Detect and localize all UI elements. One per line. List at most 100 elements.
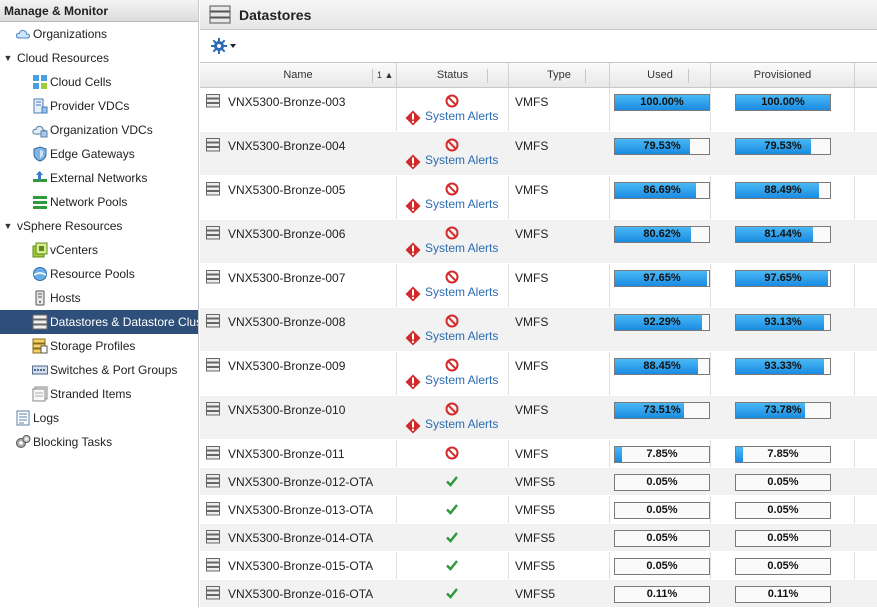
provisioned-progress-bar: 100.00% [735, 94, 831, 111]
alert-warning-icon [405, 374, 421, 393]
sidebar-item-blocking-tasks[interactable]: Blocking Tasks [0, 430, 198, 454]
grid-header: Name 1 ▲ Status Type Used Provisioned [200, 62, 877, 88]
toolbar [200, 30, 877, 61]
datastore-grid: VNX5300-Bronze-003 System Alerts VMFS 100.0… [200, 88, 877, 608]
provisioned-progress-bar: 88.49% [735, 182, 831, 199]
datastore-icon [32, 314, 48, 330]
provisioned-progress-bar: 0.05% [735, 474, 831, 491]
system-alerts-text: System Alerts [425, 285, 498, 299]
gear-menu-button[interactable] [211, 37, 239, 55]
provisioned-value: 0.05% [736, 531, 830, 546]
sidebar-item-storage-profiles[interactable]: Storage Profiles [0, 334, 198, 358]
provisioned-progress-bar: 81.44% [735, 226, 831, 243]
provisioned-progress-bar: 97.65% [735, 270, 831, 287]
sidebar-item-external-networks[interactable]: External Networks [0, 166, 198, 190]
datastore-name: VNX5300-Bronze-006 [228, 227, 345, 241]
status-ok-icon [445, 558, 459, 575]
status-cell: System Alerts [397, 220, 509, 263]
column-header-used[interactable]: Used [610, 63, 711, 88]
table-row[interactable]: VNX5300-Bronze-016-OTAVMFS50.11%0.11% [200, 580, 877, 608]
sidebar-item-provider-vdcs[interactable]: Provider VDCs [0, 94, 198, 118]
status-ok-icon [445, 502, 459, 519]
datastore-name: VNX5300-Bronze-016-OTA [228, 587, 373, 601]
used-progress-bar: 97.65% [614, 270, 710, 287]
table-row[interactable]: VNX5300-Bronze-008System AlertsVMFS92.29… [200, 308, 877, 352]
sidebar-item-edge-gateways[interactable]: Edge Gateways [0, 142, 198, 166]
used-progress-bar: 7.85% [614, 446, 710, 463]
table-row[interactable]: VNX5300-Bronze-007System AlertsVMFS97.65… [200, 264, 877, 308]
provisioned-value: 0.05% [736, 559, 830, 574]
column-header-provisioned[interactable]: Provisioned [711, 63, 855, 88]
edge-gateway-icon [32, 146, 48, 162]
sidebar-item-cloud-cells[interactable]: Cloud Cells [0, 70, 198, 94]
table-row[interactable]: VNX5300-Bronze-004System AlertsVMFS79.53… [200, 132, 877, 176]
sort-indicator[interactable]: 1 ▲ [377, 63, 393, 88]
table-row[interactable]: VNX5300-Bronze-010System AlertsVMFS73.51… [200, 396, 877, 440]
expand-toggle-icon[interactable]: ▼ [3, 46, 13, 70]
datastore-type: VMFS [515, 447, 548, 461]
status-error-icon [445, 446, 459, 463]
table-row[interactable]: VNX5300-Bronze-011VMFS7.85%7.85% [200, 440, 877, 468]
sidebar-item-label: Resource Pools [50, 262, 135, 286]
sidebar-item-label: Datastores & Datastore Clusters [50, 310, 199, 334]
table-row[interactable]: VNX5300-Bronze-009System AlertsVMFS88.45… [200, 352, 877, 396]
used-value: 79.53% [615, 139, 709, 154]
column-header-name[interactable]: Name 1 ▲ [200, 63, 397, 88]
datastore-icon [206, 182, 220, 199]
sidebar-item-organizations[interactable]: Organizations [0, 22, 198, 46]
sidebar-item-label: Cloud Resources [17, 46, 109, 70]
status-cell: System Alerts [397, 132, 509, 175]
system-alerts-text: System Alerts [425, 153, 498, 167]
cloud-icon [15, 26, 31, 42]
datastore-name: VNX5300-Bronze-003 [228, 95, 345, 109]
blocking-tasks-icon [15, 434, 31, 450]
sidebar-item-network-pools[interactable]: Network Pools [0, 190, 198, 214]
sidebar-item-stranded-items[interactable]: Stranded Items [0, 382, 198, 406]
sidebar-item-label: Hosts [50, 286, 81, 310]
vcenter-icon [32, 242, 48, 258]
sidebar-item-hosts[interactable]: Hosts [0, 286, 198, 310]
table-row[interactable]: VNX5300-Bronze-013-OTAVMFS50.05%0.05% [200, 496, 877, 524]
table-row[interactable]: VNX5300-Bronze-006System AlertsVMFS80.62… [200, 220, 877, 264]
datastore-type: VMFS [515, 359, 548, 373]
sidebar-item-cloud-resources[interactable]: ▼Cloud Resources [0, 46, 198, 70]
table-row[interactable]: VNX5300-Bronze-014-OTAVMFS50.05%0.05% [200, 524, 877, 552]
datastore-type: VMFS [515, 139, 548, 153]
provisioned-value: 93.13% [736, 315, 830, 330]
sidebar-item-organization-vdcs[interactable]: Organization VDCs [0, 118, 198, 142]
sidebar-item-resource-pools[interactable]: Resource Pools [0, 262, 198, 286]
expand-toggle-icon[interactable]: ▼ [3, 214, 13, 238]
status-cell: System Alerts [397, 176, 509, 219]
table-row[interactable]: VNX5300-Bronze-012-OTAVMFS50.05%0.05% [200, 468, 877, 496]
sidebar-item-vcenters[interactable]: vCenters [0, 238, 198, 262]
column-header-type[interactable]: Type [509, 63, 610, 88]
datastore-type: VMFS5 [515, 559, 555, 573]
sidebar-item-logs[interactable]: Logs [0, 406, 198, 430]
sidebar-item-datastores-datastore-clusters[interactable]: Datastores & Datastore Clusters [0, 310, 198, 334]
host-icon [32, 290, 48, 306]
datastore-name: VNX5300-Bronze-012-OTA [228, 475, 373, 489]
sidebar-item-label: Provider VDCs [50, 94, 129, 118]
sidebar-item-vsphere-resources[interactable]: ▼vSphere Resources [0, 214, 198, 238]
datastore-icon [206, 446, 220, 463]
table-row[interactable]: VNX5300-Bronze-005System AlertsVMFS86.69… [200, 176, 877, 220]
sidebar-item-switches-port-groups[interactable]: Switches & Port Groups [0, 358, 198, 382]
provisioned-value: 0.05% [736, 475, 830, 490]
system-alerts-text: System Alerts [425, 109, 498, 123]
provisioned-progress-bar: 0.05% [735, 558, 831, 575]
used-value: 80.62% [615, 227, 709, 242]
status-cell: System Alerts [397, 264, 509, 307]
page-title: Datastores [239, 7, 311, 23]
datastore-icon [206, 270, 220, 287]
used-progress-bar: 79.53% [614, 138, 710, 155]
provisioned-value: 0.11% [736, 587, 830, 602]
sidebar-item-label: Storage Profiles [50, 334, 135, 358]
used-value: 0.05% [615, 475, 709, 490]
used-progress-bar: 0.05% [614, 474, 710, 491]
sidebar-item-label: Network Pools [50, 190, 127, 214]
column-header-status[interactable]: Status [397, 63, 509, 88]
sidebar-item-label: Cloud Cells [50, 70, 111, 94]
table-row[interactable]: VNX5300-Bronze-015-OTAVMFS50.05%0.05% [200, 552, 877, 580]
table-row[interactable]: VNX5300-Bronze-003System AlertsVMFS100.0… [200, 88, 877, 132]
storage-profile-icon [32, 338, 48, 354]
